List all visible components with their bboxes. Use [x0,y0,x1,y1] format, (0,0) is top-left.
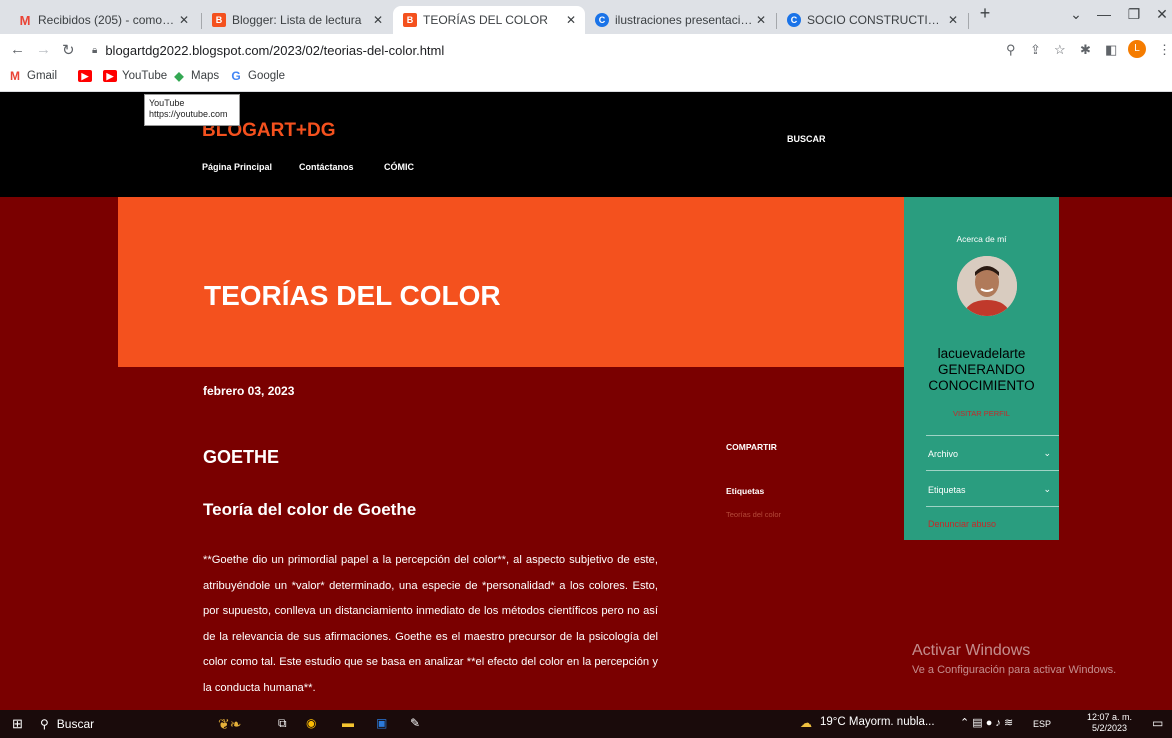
word-icon[interactable]: ▣ [376,716,387,730]
close-icon[interactable]: ✕ [370,13,386,27]
labels-heading: Etiquetas [726,486,765,496]
share-button[interactable]: COMPARTIR [726,442,777,452]
weather-icon: ☁ [800,716,812,730]
visit-profile-link[interactable]: VISITAR PERFIL [904,409,1059,418]
bookmark-youtube[interactable]: ▶ YouTube [103,70,167,82]
blogger-icon: B [403,13,417,27]
close-window-button[interactable]: ✕ [1152,6,1172,23]
tab-gmail[interactable]: M Recibidos (205) - comoempana ✕ [8,6,198,34]
youtube-icon: ▶ [78,70,92,82]
google-icon: G [231,69,241,83]
clock[interactable]: 12:07 a. m. 5/2/2023 [1087,712,1132,734]
bookmarks-bar: M Gmail ▶ ▶ YouTube ◆ Maps G Google [0,66,1172,92]
tab-teorias-del-color[interactable]: B TEORÍAS DEL COLOR ✕ [393,6,585,34]
paint-icon[interactable]: ✎ [410,716,420,730]
post-date[interactable]: febrero 03, 2023 [203,384,294,398]
bookmark-gmail[interactable]: M Gmail [8,69,57,83]
close-icon[interactable]: ✕ [176,13,192,27]
tab-search-icon[interactable]: ⌄ [1066,6,1086,23]
profile-avatar[interactable]: L [1128,40,1146,58]
new-tab-button[interactable]: + [975,3,995,24]
restore-button[interactable]: ❐ [1124,6,1144,23]
sidebar-panel: Acerca de mí lacuevadelarte GENERANDO CO… [904,197,1059,540]
profile-avatar-image[interactable] [957,256,1017,316]
search-icon: ⚲ [40,717,49,731]
divider [926,470,1059,471]
tab-blogger-reading-list[interactable]: B Blogger: Lista de lectura ✕ [202,6,392,34]
globe-icon: C [787,13,801,27]
labels-dropdown[interactable]: Etiquetas ⌄ [928,484,1051,495]
nav-comic[interactable]: CÓMIC [384,162,414,172]
report-abuse-link[interactable]: Denunciar abuso [928,519,996,529]
back-icon[interactable]: ← [10,41,25,58]
chevron-down-icon: ⌄ [1043,484,1051,494]
close-icon[interactable]: ✕ [945,13,961,27]
taskbar-search[interactable]: ⚲ Buscar [40,715,190,733]
notifications-icon[interactable]: ▭ [1152,716,1163,730]
bookmark-maps[interactable]: ◆ Maps [172,69,219,83]
tab-ilustraciones[interactable]: C ilustraciones presentación tesis ✕ [585,6,775,34]
gmail-icon: M [19,12,31,28]
nav-home[interactable]: Página Principal [202,162,272,172]
post-hero: TEORÍAS DEL COLOR [118,197,904,367]
lock-icon[interactable]: 🔒︎ [92,45,97,56]
windows-taskbar: ⊞ ⚲ Buscar ❦❧ ⧉ ◉ ▬ ▣ ✎ ☁ 19°C Mayorm. n… [0,710,1172,738]
bookmark-tooltip: YouTube https://youtube.com [144,94,240,126]
maps-icon: ◆ [174,69,184,83]
blogger-icon: B [212,13,226,27]
nav-contact[interactable]: Contáctanos [299,162,354,172]
close-icon[interactable]: ✕ [563,13,579,27]
windows-start-icon[interactable]: ⊞ [12,716,23,732]
side-panel-icon[interactable]: ◧ [1105,42,1117,58]
browser-tab-strip: M Recibidos (205) - comoempana ✕ B Blogg… [0,0,1172,34]
minimize-button[interactable]: — [1094,6,1114,22]
post-subheading: Teoría del color de Goethe [203,500,417,519]
zoom-icon[interactable]: ⚲ [1006,42,1016,58]
forward-icon[interactable]: → [36,41,51,58]
activation-watermark-text: Ve a Configuración para activar Windows. [912,664,1117,676]
post-body: **Goethe dio un primordial papel a la pe… [203,554,658,694]
menu-icon[interactable]: ⋮ [1158,42,1171,58]
label-link[interactable]: Teorías del color [726,510,781,519]
chevron-down-icon: ⌄ [1043,448,1051,458]
profile-name[interactable]: lacuevadelarte GENERANDO CONOCIMIENTO [904,346,1059,394]
address-bar[interactable]: 🔒︎ blogartdg2022.blogspot.com/2023/02/te… [92,37,1012,63]
bookmark-google[interactable]: G Google [229,69,285,83]
activation-watermark-title: Activar Windows [912,642,1031,659]
url-text: blogartdg2022.blogspot.com/2023/02/teori… [105,42,445,58]
bookmark-star-icon[interactable]: ☆ [1054,42,1066,58]
butterfly-widget-icon[interactable]: ❦❧ [218,716,241,733]
tab-socio-constructivismo[interactable]: C SOCIO CONSTRUCTIVISMO - D ✕ [777,6,967,34]
post-heading-goethe: GOETHE [203,447,280,467]
youtube-icon: ▶ [103,70,117,82]
chrome-icon[interactable]: ◉ [306,716,316,730]
globe-icon: C [595,13,609,27]
post-title: TEORÍAS DEL COLOR [204,280,501,311]
tray-icons[interactable]: ⌃ ▤ ● ♪ ≋ [960,716,1013,729]
extensions-icon[interactable]: ✱ [1080,42,1091,58]
search-link[interactable]: BUSCAR [787,134,826,144]
task-view-icon[interactable]: ⧉ [278,716,287,731]
language-indicator[interactable]: ESP [1033,719,1051,729]
browser-toolbar: ← → ↻ 🔒︎ blogartdg2022.blogspot.com/2023… [0,34,1172,66]
divider [926,506,1059,507]
profile-photo-icon [957,256,1017,316]
divider [926,435,1059,436]
gmail-icon: M [10,69,20,83]
tab-separator [968,13,969,29]
weather-text[interactable]: 19°C Mayorm. nubla... [820,716,935,728]
close-icon[interactable]: ✕ [753,13,769,27]
reload-icon[interactable]: ↻ [62,41,75,59]
archive-dropdown[interactable]: Archivo ⌄ [928,448,1051,459]
bookmark-youtube-1[interactable]: ▶ [78,70,97,82]
share-icon[interactable]: ⇪ [1030,42,1041,58]
file-explorer-icon[interactable]: ▬ [342,716,354,730]
about-heading: Acerca de mí [956,234,1007,244]
